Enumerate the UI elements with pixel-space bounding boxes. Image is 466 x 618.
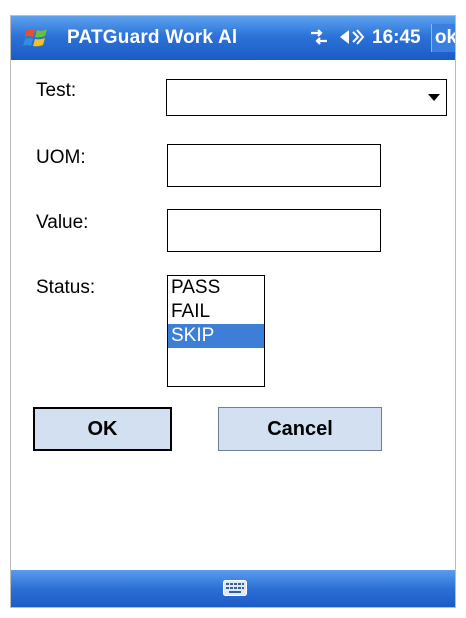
uom-label: UOM:: [36, 147, 86, 168]
test-label: Test:: [36, 80, 77, 101]
status-label: Status:: [36, 277, 96, 298]
chevron-down-icon[interactable]: [428, 94, 440, 101]
title-bar: PATGuard Work Al 16:45 ok: [11, 16, 455, 60]
test-dropdown[interactable]: [166, 79, 447, 116]
connectivity-icon[interactable]: [307, 25, 331, 49]
value-label: Value:: [36, 212, 89, 233]
ok-button[interactable]: OK: [33, 407, 172, 451]
uom-field[interactable]: [167, 144, 381, 187]
status-option-pass[interactable]: PASS: [168, 276, 264, 300]
clock[interactable]: 16:45: [372, 27, 421, 49]
value-field[interactable]: [167, 209, 381, 252]
pocketpc-screen: PATGuard Work Al 16:45 ok Test: UOM: Val…: [10, 15, 456, 608]
status-option-fail[interactable]: FAIL: [168, 300, 264, 324]
keyboard-icon[interactable]: [223, 580, 247, 596]
bottom-menu-bar: [11, 570, 455, 607]
cancel-button[interactable]: Cancel: [218, 407, 382, 451]
windows-start-icon[interactable]: [23, 24, 51, 52]
window-title: PATGuard Work Al: [67, 27, 238, 48]
volume-icon[interactable]: [337, 25, 365, 49]
title-ok-button[interactable]: ok: [431, 24, 455, 52]
status-listbox[interactable]: PASS FAIL SKIP: [167, 275, 265, 387]
status-option-skip[interactable]: SKIP: [168, 324, 264, 348]
